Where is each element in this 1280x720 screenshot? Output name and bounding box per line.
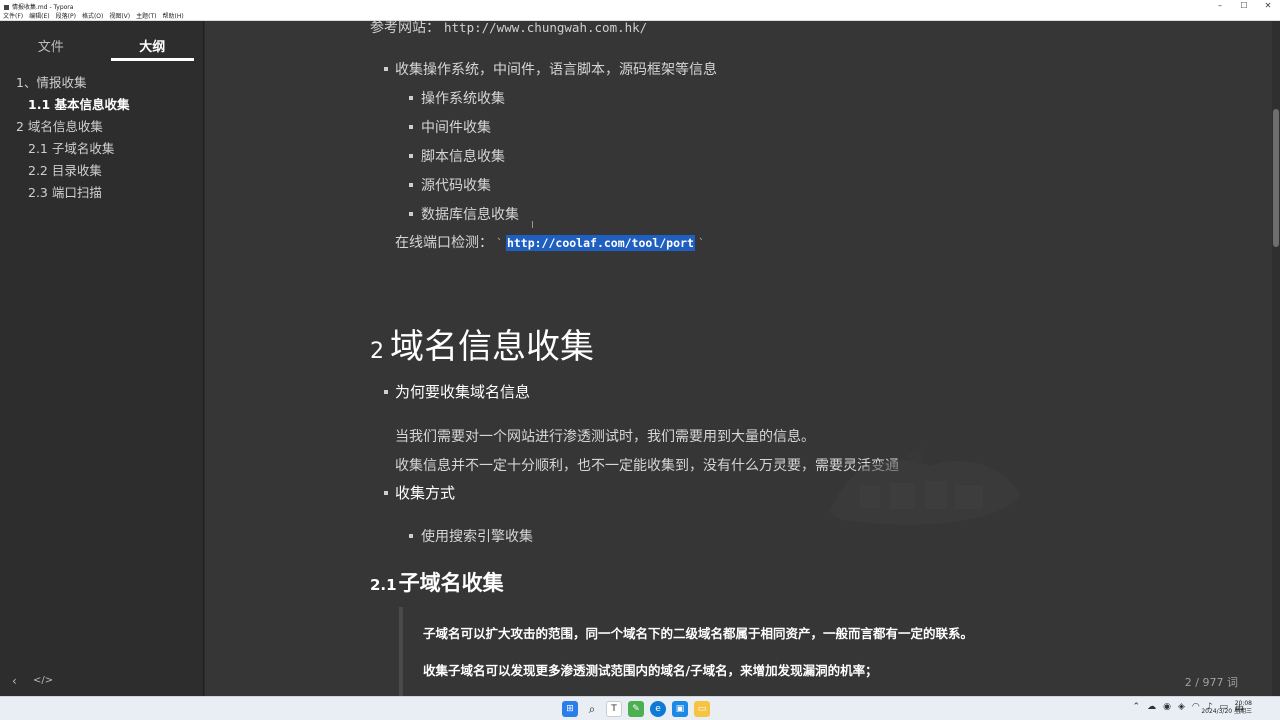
windows-start-icon[interactable]: ⊞ bbox=[562, 701, 578, 717]
network-icon[interactable]: ◈ bbox=[1178, 702, 1185, 715]
bullet-icon bbox=[409, 212, 413, 216]
bullet-icon bbox=[409, 183, 413, 187]
outline-item-port-scan[interactable]: 2.3 端口扫描 bbox=[0, 182, 203, 204]
reference-url[interactable]: http://www.chungwah.com.hk/ bbox=[444, 21, 647, 35]
watermark-logo bbox=[830, 446, 1020, 525]
menu-paragraph[interactable]: 段落(P) bbox=[56, 12, 76, 20]
menu-help[interactable]: 帮助(H) bbox=[163, 12, 184, 20]
word-count[interactable]: 2 / 977 词 bbox=[1185, 674, 1238, 690]
sub-item-os: 操作系统收集 bbox=[421, 91, 505, 107]
menu-format[interactable]: 格式(O) bbox=[82, 12, 103, 20]
wifi-icon[interactable]: ◠ bbox=[1192, 702, 1200, 715]
clock[interactable]: 20:08 2024/3/20 星期三 bbox=[1201, 700, 1252, 716]
close-button[interactable]: ✕ bbox=[1256, 0, 1280, 12]
bullet-icon bbox=[384, 67, 388, 71]
blockquote-bar bbox=[399, 607, 403, 696]
sub-item-script: 脚本信息收集 bbox=[421, 149, 505, 165]
outline-item-basic-info[interactable]: 1.1 基本信息收集 bbox=[0, 94, 203, 116]
sub-item-source: 源代码收集 bbox=[421, 178, 491, 194]
search-icon[interactable]: ⌕ bbox=[584, 701, 600, 717]
code-tick-close: ` bbox=[697, 236, 705, 250]
vertical-scrollbar[interactable] bbox=[1272, 21, 1280, 696]
clock-date: 2024/3/20 星期三 bbox=[1201, 708, 1252, 715]
outline-item-domain[interactable]: 2 域名信息收集 bbox=[0, 116, 203, 138]
method-item: 使用搜索引擎收集 bbox=[421, 529, 533, 545]
online-port-check: 在线端口检测： ` http://coolaf.com/tool/port ` bbox=[395, 232, 708, 252]
scrollbar-thumb[interactable] bbox=[1273, 109, 1279, 247]
menu-edit[interactable]: 编辑(E) bbox=[29, 12, 49, 20]
window-title-text: 情报收集.md - Typora bbox=[12, 4, 74, 11]
bullet-icon bbox=[409, 154, 413, 158]
typora-app-icon bbox=[4, 5, 9, 10]
window-controls: – ☐ ✕ bbox=[1208, 0, 1280, 12]
store-icon[interactable]: ▣ bbox=[672, 701, 688, 717]
minimize-button[interactable]: – bbox=[1208, 0, 1232, 12]
menu-file[interactable]: 文件(F) bbox=[3, 12, 23, 20]
tab-files[interactable]: 文件 bbox=[0, 21, 102, 63]
outline-item-intel[interactable]: 1、情报收集 bbox=[0, 72, 203, 94]
title-bar: 情报收集.md - Typora – ☐ ✕ bbox=[0, 0, 1280, 12]
taskbar-icons: ⊞ ⌕ T ✎ e ▣ ▭ bbox=[562, 701, 710, 717]
sub-item-middleware: 中间件收集 bbox=[421, 120, 491, 136]
reference-label: 参考网站： bbox=[370, 21, 440, 36]
sidebar-footer: ‹ </> bbox=[0, 668, 204, 696]
clock-time: 20:08 bbox=[1234, 700, 1252, 707]
outline-item-directory[interactable]: 2.2 目录收集 bbox=[0, 160, 203, 182]
bullet-icon bbox=[409, 96, 413, 100]
typora-icon[interactable]: T bbox=[606, 701, 622, 717]
chevron-left-icon[interactable]: ‹ bbox=[12, 674, 17, 688]
menu-bar: 文件(F) 编辑(E) 段落(P) 格式(O) 视图(V) 主题(T) 帮助(H… bbox=[0, 12, 1280, 21]
file-explorer-icon[interactable]: ✎ bbox=[628, 701, 644, 717]
cloud-icon[interactable]: ☁ bbox=[1147, 702, 1156, 715]
edge-icon[interactable]: e bbox=[650, 701, 666, 717]
heading-number: 2 bbox=[370, 339, 384, 364]
online-check-url[interactable]: http://coolaf.com/tool/port bbox=[505, 235, 695, 251]
heading-subdomain: 2.1子域名收集 bbox=[370, 567, 504, 597]
sidebar-tabs: 文件 大纲 bbox=[0, 21, 203, 63]
taskbar: ⊞ ⌕ T ✎ e ▣ ▭ ⌃ ☁ ◉ ◈ ◠ ♪ ▭ 中 20:08 2024… bbox=[0, 696, 1280, 720]
online-check-label: 在线端口检测： bbox=[395, 235, 493, 251]
outline-list: 1、情报收集 1.1 基本信息收集 2 域名信息收集 2.1 子域名收集 2.2… bbox=[0, 72, 203, 204]
sub-item-database: 数据库信息收集 bbox=[421, 207, 519, 223]
tab-outline[interactable]: 大纲 bbox=[102, 21, 204, 63]
editor[interactable]: 参考网站： http://www.chungwah.com.hk/ 收集操作系统，… bbox=[205, 21, 1272, 696]
folder-icon[interactable]: ▭ bbox=[694, 701, 710, 717]
bullet-icon bbox=[409, 534, 413, 538]
window-title: 情报收集.md - Typora bbox=[4, 2, 73, 11]
heading-text: 子域名收集 bbox=[398, 571, 504, 595]
sidebar: 文件 大纲 1、情报收集 1.1 基本信息收集 2 域名信息收集 2.1 子域名… bbox=[0, 21, 204, 696]
source-code-icon[interactable]: </> bbox=[33, 675, 53, 686]
outline-item-subdomain[interactable]: 2.1 子域名收集 bbox=[0, 138, 203, 160]
chevron-up-icon[interactable]: ⌃ bbox=[1133, 702, 1141, 715]
text-cursor-icon: I bbox=[531, 220, 534, 231]
collect-item: 收集操作系统，中间件，语言脚本，源码框架等信息 bbox=[395, 62, 717, 78]
quote-line-1: 子域名可以扩大攻击的范围，同一个域名下的二级域名都属于相同资产，一般而言都有一定… bbox=[423, 626, 974, 641]
maximize-button[interactable]: ☐ bbox=[1232, 0, 1256, 12]
shield-icon[interactable]: ◉ bbox=[1163, 702, 1171, 715]
why-heading: 为何要收集域名信息 bbox=[395, 383, 531, 401]
paragraph-1: 当我们需要对一个网站进行渗透测试时，我们需要用到大量的信息。 bbox=[395, 429, 815, 445]
reference-line: 参考网站： http://www.chungwah.com.hk/ bbox=[370, 21, 647, 37]
bullet-icon bbox=[409, 125, 413, 129]
code-tick-open: ` bbox=[496, 236, 503, 250]
bullet-icon bbox=[384, 390, 388, 394]
heading-domain-info: 2 域名信息收集 bbox=[370, 319, 594, 368]
menu-theme[interactable]: 主题(T) bbox=[136, 12, 156, 20]
bullet-icon bbox=[384, 491, 388, 495]
method-heading: 收集方式 bbox=[395, 484, 456, 502]
menu-view[interactable]: 视图(V) bbox=[109, 12, 130, 20]
heading-number: 2.1 bbox=[370, 576, 397, 594]
quote-line-2: 收集子域名可以发现更多渗透测试范围内的域名/子域名，来增加发现漏洞的机率； bbox=[423, 663, 878, 678]
heading-text: 域名信息收集 bbox=[390, 327, 594, 367]
